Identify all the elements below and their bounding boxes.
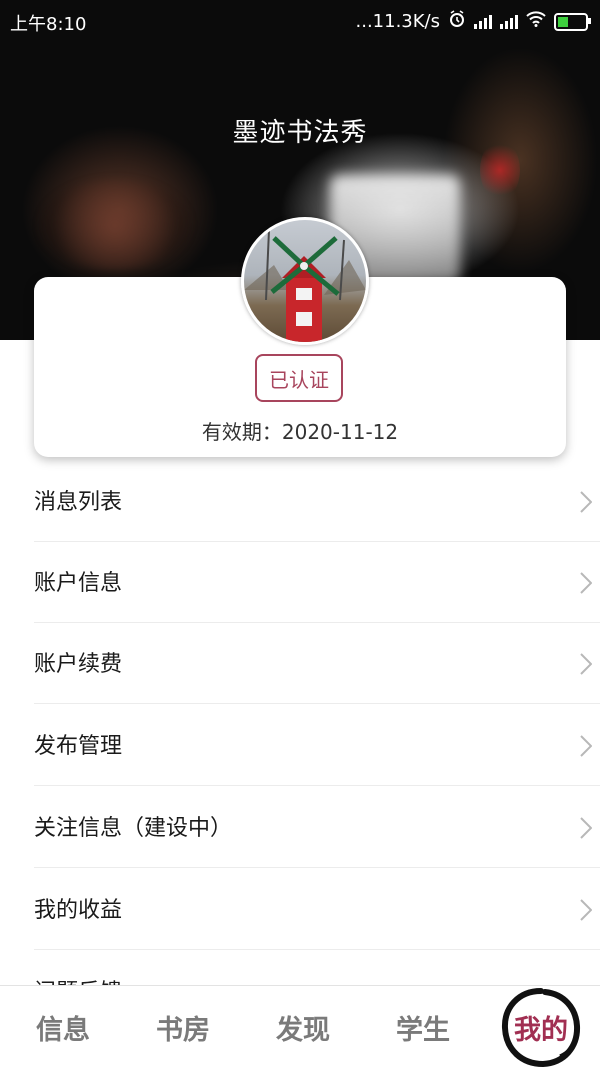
banner-decoration	[40, 180, 190, 270]
tab-mine[interactable]: 我的	[514, 1008, 568, 1047]
chevron-right-icon	[580, 735, 593, 761]
chevron-right-icon	[580, 817, 593, 843]
tab-messages[interactable]: 信息	[36, 1008, 90, 1047]
menu-item-label: 关注信息（建设中）	[34, 816, 233, 841]
menu-item-label: 账户续费	[34, 652, 123, 677]
tab-students[interactable]: 学生	[396, 1008, 450, 1047]
page-title: 墨迹书法秀	[232, 118, 368, 148]
menu-item-label: 我的收益	[34, 898, 123, 923]
verified-badge: 已认证	[255, 354, 343, 402]
menu-item-my-earnings[interactable]: 我的收益	[34, 868, 600, 950]
banner-decoration	[480, 140, 520, 200]
menu-item-account-info[interactable]: 账户信息	[34, 541, 600, 623]
menu-item-account-renewal[interactable]: 账户续费	[34, 622, 600, 704]
alarm-icon	[448, 10, 466, 33]
wifi-icon	[526, 11, 546, 32]
status-icons: ...11.3K/s	[355, 10, 591, 33]
status-time: 上午8:10	[10, 14, 87, 35]
menu-item-message-list[interactable]: 消息列表	[34, 460, 600, 542]
menu-item-label: 发布管理	[34, 734, 123, 759]
menu-item-feedback[interactable]: 问题反馈	[34, 950, 600, 990]
bottom-tab-bar: 信息 书房 发现 学生 我的	[0, 985, 600, 1068]
windmill-icon	[244, 229, 366, 342]
network-speed: ...11.3K/s	[355, 11, 441, 32]
battery-icon	[554, 12, 591, 31]
menu-item-label: 消息列表	[34, 490, 123, 515]
chevron-right-icon	[580, 653, 593, 679]
signal-icon	[474, 14, 492, 29]
tab-study[interactable]: 书房	[156, 1008, 210, 1047]
signal-icon	[500, 14, 518, 29]
menu-item-follow-info[interactable]: 关注信息（建设中）	[34, 786, 600, 868]
battery-level	[558, 16, 568, 27]
chevron-right-icon	[580, 899, 593, 925]
validity-date: 有效期：2020-11-12	[201, 420, 399, 444]
chevron-right-icon	[580, 572, 593, 598]
tab-discover[interactable]: 发现	[276, 1008, 330, 1047]
menu-item-label: 账户信息	[34, 571, 123, 596]
status-bar: 上午8:10 ...11.3K/s	[0, 0, 600, 40]
avatar[interactable]	[241, 217, 369, 345]
menu-item-publish-management[interactable]: 发布管理	[34, 704, 600, 786]
chevron-right-icon	[580, 491, 593, 517]
